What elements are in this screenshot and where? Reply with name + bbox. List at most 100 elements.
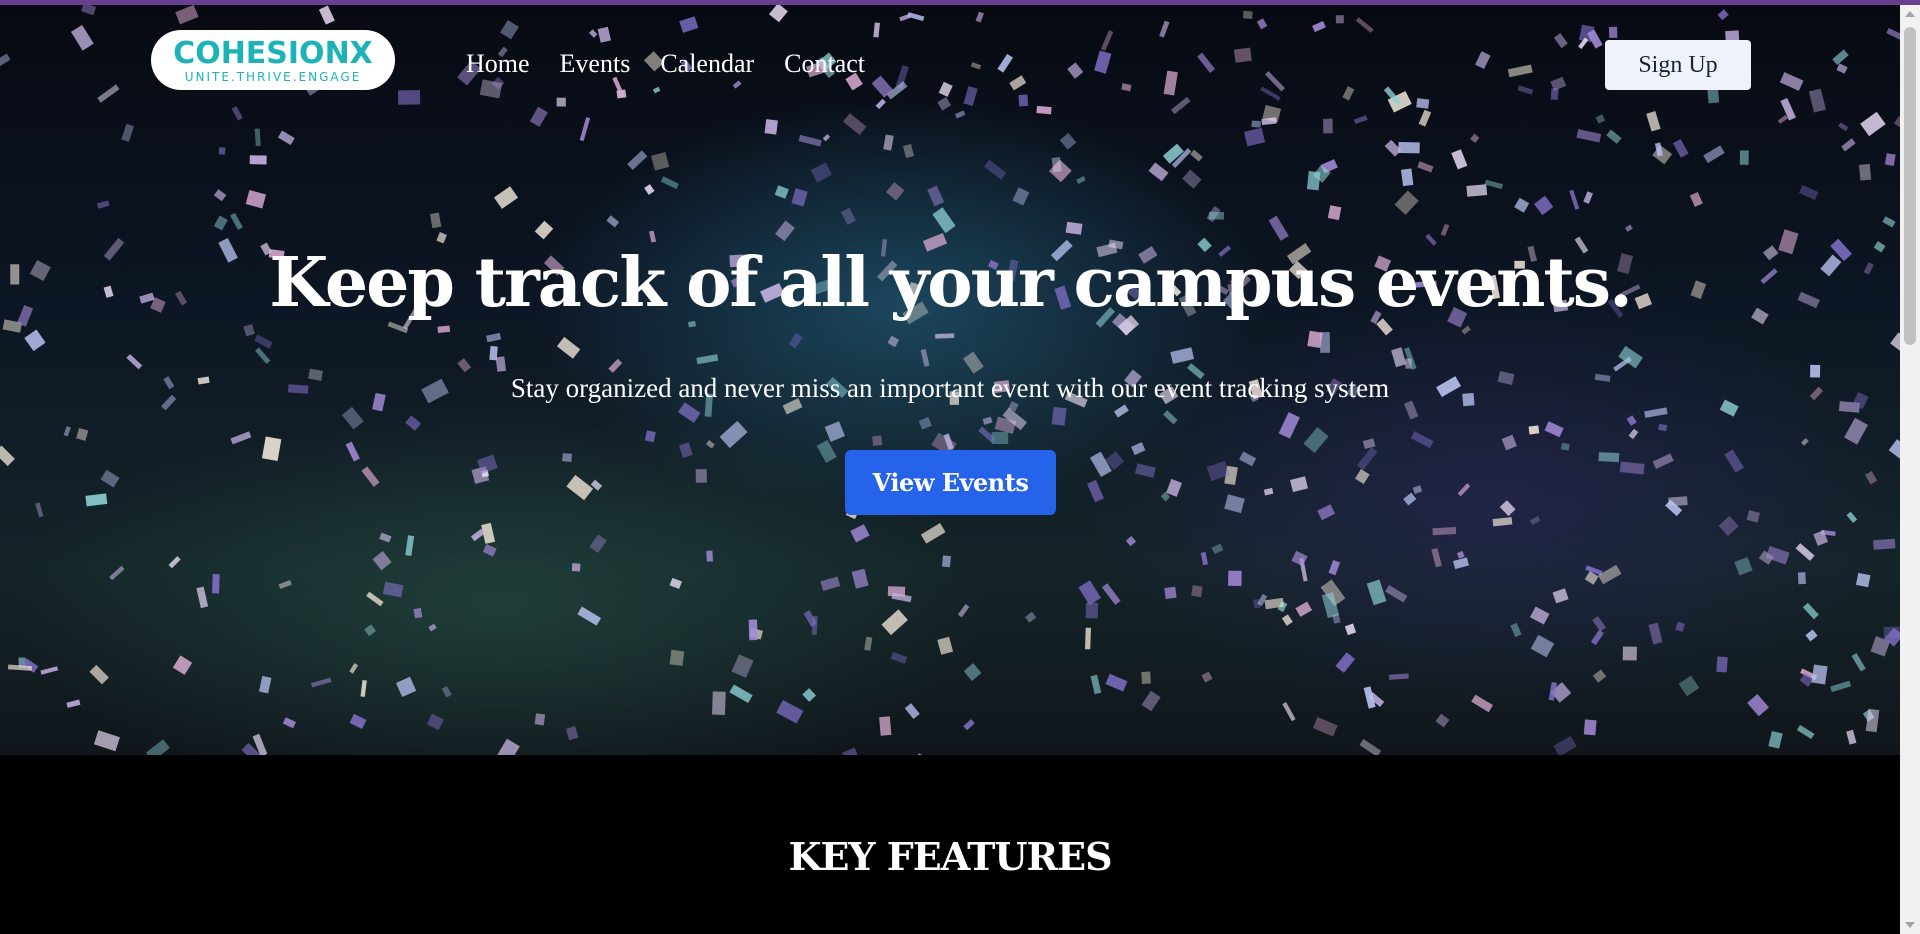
- confetti-piece: [318, 5, 335, 25]
- confetti-piece: [1332, 613, 1341, 624]
- confetti-piece: [1622, 646, 1637, 661]
- confetti-piece: [1890, 332, 1900, 352]
- confetti-piece: [579, 117, 591, 142]
- confetti-piece: [1400, 168, 1414, 187]
- confetti-piece: [1796, 724, 1815, 740]
- confetti-piece: [1802, 602, 1819, 620]
- confetti-piece: [982, 416, 993, 425]
- confetti-piece: [920, 523, 946, 544]
- confetti-piece: [1851, 653, 1866, 672]
- confetti-piece: [1134, 463, 1156, 478]
- confetti-piece: [1855, 572, 1871, 588]
- confetti-piece: [1544, 421, 1564, 438]
- confetti-piece: [494, 738, 520, 755]
- scrollbar-thumb[interactable]: [1904, 27, 1916, 345]
- view-events-button[interactable]: View Events: [845, 450, 1056, 515]
- sign-up-button[interactable]: Sign Up: [1605, 40, 1751, 90]
- confetti-piece: [109, 565, 125, 581]
- confetti-piece: [529, 106, 548, 127]
- confetti-piece: [1164, 586, 1177, 599]
- confetti-piece: [405, 535, 415, 557]
- confetti-piece: [963, 663, 982, 682]
- confetti-piece: [1507, 64, 1533, 78]
- confetti-piece: [1125, 536, 1137, 547]
- confetti-piece: [397, 89, 421, 105]
- confetti-piece: [426, 713, 444, 731]
- confetti-piece: [732, 80, 742, 89]
- confetti-piece: [1394, 190, 1419, 215]
- scroll-up-arrow-icon[interactable]: [1905, 11, 1915, 17]
- confetti-piece: [824, 421, 846, 442]
- confetti-piece: [1417, 161, 1434, 173]
- confetti-piece: [644, 430, 656, 443]
- confetti-piece: [1051, 406, 1067, 426]
- hero-title: Keep track of all your campus events.: [269, 243, 1633, 323]
- confetti-piece: [1456, 550, 1465, 559]
- confetti-piece: [1475, 51, 1491, 70]
- confetti-piece: [677, 402, 701, 423]
- confetti-piece: [816, 439, 837, 463]
- page-scrollbar[interactable]: [1900, 5, 1920, 934]
- confetti-piece: [1672, 138, 1689, 158]
- confetti-piece: [1312, 716, 1338, 737]
- confetti-piece: [1295, 601, 1313, 617]
- logo-tagline: UNITE.THRIVE.ENGAGE: [184, 70, 362, 84]
- confetti-piece: [255, 347, 271, 365]
- confetti-piece: [261, 436, 282, 461]
- nav-events[interactable]: Events: [560, 47, 631, 81]
- confetti-piece: [899, 13, 911, 22]
- confetti-piece: [1018, 94, 1029, 107]
- nav-calendar[interactable]: Calendar: [660, 47, 754, 81]
- confetti-piece: [499, 19, 519, 40]
- confetti-piece: [788, 332, 803, 349]
- confetti-piece: [1141, 671, 1151, 684]
- nav-contact[interactable]: Contact: [784, 47, 865, 81]
- confetti-piece: [712, 691, 726, 715]
- confetti-piece: [1882, 216, 1896, 228]
- confetti-piece: [1312, 21, 1326, 33]
- confetti-piece: [589, 534, 607, 554]
- confetti-piece: [361, 466, 380, 487]
- confetti-piece: [776, 699, 804, 724]
- confetti-piece: [1159, 20, 1170, 38]
- confetti-piece: [627, 150, 648, 170]
- confetti-piece: [1846, 511, 1858, 523]
- confetti-piece: [1418, 109, 1432, 127]
- confetti-piece: [649, 230, 657, 243]
- confetti-piece: [820, 576, 841, 591]
- brand-logo[interactable]: COHESIONX UNITE.THRIVE.ENGAGE: [151, 30, 395, 90]
- confetti-piece: [984, 159, 1007, 180]
- confetti-piece: [902, 143, 915, 159]
- confetti-piece: [278, 579, 292, 590]
- confetti-piece: [76, 427, 89, 441]
- confetti-piece: [493, 186, 519, 209]
- confetti-piece: [1678, 675, 1700, 697]
- confetti-piece: [1703, 145, 1725, 164]
- confetti-piece: [428, 623, 437, 632]
- confetti-piece: [364, 624, 377, 637]
- confetti-piece: [1182, 169, 1202, 189]
- nav-home[interactable]: Home: [466, 47, 530, 81]
- confetti-piece: [1086, 479, 1105, 503]
- confetti-piece: [341, 406, 364, 430]
- confetti-piece: [1648, 622, 1663, 645]
- confetti-piece: [597, 26, 612, 43]
- confetti-piece: [175, 5, 199, 25]
- confetti-piece: [1265, 71, 1285, 92]
- confetti-piece: [589, 29, 598, 38]
- confetti-piece: [0, 53, 11, 68]
- confetti-piece: [405, 415, 422, 431]
- confetti-piece: [495, 356, 507, 372]
- confetti-piece: [669, 577, 682, 589]
- scroll-down-arrow-icon[interactable]: [1905, 922, 1915, 928]
- confetti-piece: [1256, 18, 1268, 30]
- confetti-piece: [254, 334, 273, 349]
- confetti-piece: [1281, 614, 1293, 626]
- confetti-piece: [1105, 673, 1128, 692]
- confetti-piece: [1471, 694, 1493, 713]
- confetti-piece: [1592, 669, 1607, 683]
- confetti-piece: [1606, 129, 1622, 144]
- confetti-piece: [706, 550, 713, 562]
- confetti-piece: [1576, 129, 1602, 143]
- confetti-piece: [534, 220, 554, 240]
